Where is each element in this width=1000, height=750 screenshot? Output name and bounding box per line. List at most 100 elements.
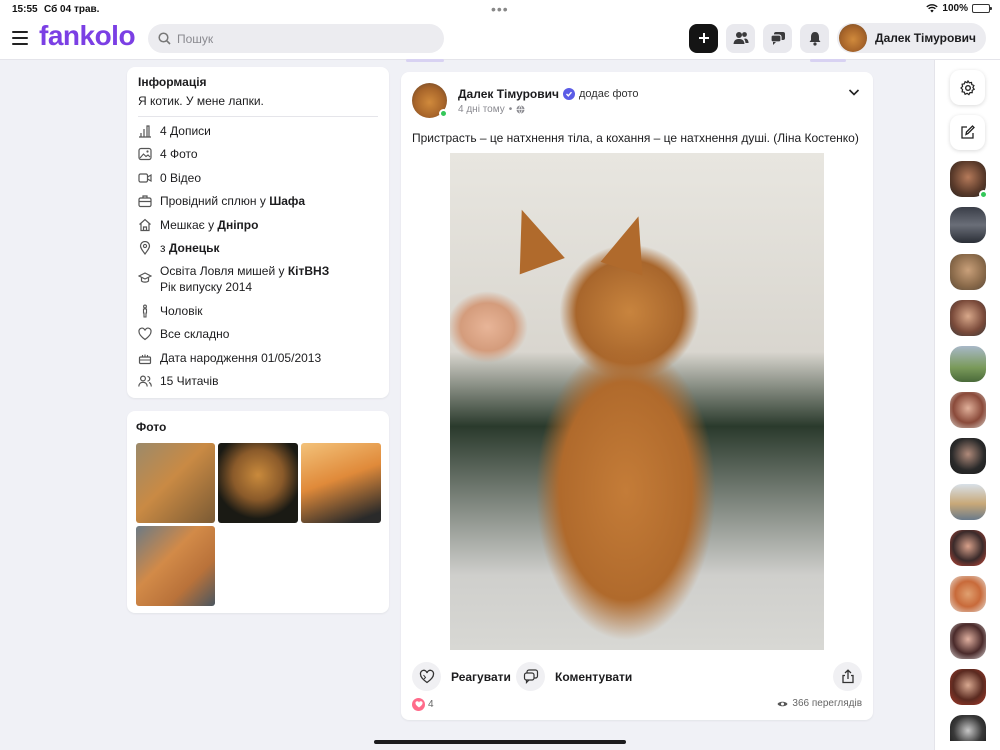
home-indicator[interactable] [374,740,626,744]
post-text: Пристрасть – це натхнення тіла, а коханн… [412,131,859,145]
multitask-dots-icon[interactable]: ••• [491,1,509,17]
search-icon [158,32,171,45]
contact-avatar[interactable] [950,392,986,428]
photo-thumbnail[interactable] [218,443,298,523]
contact-avatar[interactable] [950,669,986,705]
contact-avatar[interactable] [950,715,986,741]
comment-label: Коментувати [555,669,633,684]
edit-button[interactable] [950,115,985,150]
online-indicator [439,109,448,118]
info-work-place[interactable]: Шафа [269,194,305,208]
photo-thumbnail[interactable] [301,443,381,523]
react-label: Реагувати [451,669,511,684]
eye-icon [777,701,788,706]
react-button[interactable]: Реагувати [412,662,511,691]
contact-avatar[interactable] [950,161,988,199]
info-videos[interactable]: 0 Відео [138,170,378,186]
contact-avatar[interactable] [950,623,986,659]
info-posts[interactable]: 4 Дописи [138,123,378,139]
video-icon [138,171,152,185]
likes-count: 4 [428,699,434,710]
info-title: Інформація [138,75,207,89]
post-card: Далек Тімурович додає фото 4 дні тому • … [401,72,873,720]
info-followers[interactable]: 15 Читачів [138,373,378,389]
location-icon [138,240,152,255]
info-gender: Чоловік [138,303,378,319]
settings-button[interactable] [950,70,985,105]
share-button[interactable] [833,662,862,691]
contact-avatar[interactable] [950,254,986,290]
status-date: Сб 04 трав. [44,4,100,15]
info-work: Провідний сплюн у Шафа [138,193,378,209]
info-lives-city[interactable]: Дніпро [217,218,258,232]
birthday-icon [138,351,152,365]
friends-icon [733,32,749,44]
messages-button[interactable] [763,23,793,53]
react-circle [412,662,441,691]
photo-thumbnail[interactable] [136,443,215,523]
contact-avatar[interactable] [950,346,986,382]
verified-icon [562,88,575,100]
info-birthday-text: Дата народження 01/05/2013 [160,350,322,365]
info-followers-text: 15 Читачів [160,373,219,388]
info-photos-text: 4 Фото [160,147,198,162]
info-card: Інформація Я котик. У мене лапки. 4 Допи… [127,67,389,398]
gender-icon [138,304,152,318]
info-videos-text: 0 Відео [160,170,202,185]
info-education-prefix: Освіта Ловля мишей у [160,264,288,279]
views: 366 переглядів [777,698,862,709]
logo[interactable]: fankolo [39,20,136,52]
create-button[interactable] [689,23,719,53]
post-image[interactable] [450,153,824,650]
post-author-name[interactable]: Далек Тімурович [458,87,559,101]
post-options-button[interactable] [847,85,861,99]
info-relationship-text: Все складно [160,327,230,342]
battery-icon [972,4,992,13]
post-actions: Реагувати Коментувати [412,662,862,692]
stories-strip [406,59,846,63]
search-bar[interactable] [148,24,444,53]
contact-avatar[interactable] [950,576,986,612]
photo-thumbnail[interactable] [136,526,215,606]
info-lives-prefix: Мешкає у [160,217,218,232]
heart-icon [138,327,152,341]
followers-icon [138,374,152,388]
views-count: 366 переглядів [792,698,862,709]
info-from-city[interactable]: Донецьк [169,241,220,255]
nav-actions: Далек Тімурович [689,23,986,53]
contact-avatar[interactable] [950,300,986,336]
status-right: 100% [926,3,992,14]
globe-icon [516,105,525,114]
like-heart-icon [412,698,425,711]
info-education: Освіта Ловля мишей у КітВНЗ Рік випуску … [137,263,378,295]
post-avatar[interactable] [412,83,448,118]
comment-button[interactable]: Коментувати [516,662,632,691]
plus-icon [698,33,709,43]
menu-icon[interactable] [12,31,28,45]
contact-avatar[interactable] [950,484,986,520]
info-lives: Мешкає у Дніпро [138,217,378,233]
profile-name: Далек Тімурович [875,31,976,45]
contact-avatar[interactable] [950,438,986,474]
heart-react-icon [419,669,434,684]
post-action: додає фото [578,88,639,100]
contact-avatar[interactable] [950,530,986,566]
edit-icon [961,125,975,139]
info-posts-text: 4 Дописи [160,124,211,138]
messages-icon [769,31,785,45]
bell-icon [809,31,821,46]
info-education-school[interactable]: КітВНЗ [288,264,329,278]
search-input[interactable] [177,31,417,46]
meta-separator: • [508,104,513,115]
post-meta: 4 дні тому • [458,104,525,115]
contact-avatar[interactable] [950,207,986,243]
friends-button[interactable] [726,23,756,53]
post-time[interactable]: 4 дні тому [458,104,505,115]
info-gender-text: Чоловік [160,303,203,318]
info-photos[interactable]: 4 Фото [138,146,378,162]
likes[interactable]: 4 [412,698,434,711]
profile-chip[interactable]: Далек Тімурович [837,23,986,53]
notifications-button[interactable] [800,23,830,53]
info-birthday: Дата народження 01/05/2013 [138,350,378,366]
briefcase-icon [138,194,152,208]
